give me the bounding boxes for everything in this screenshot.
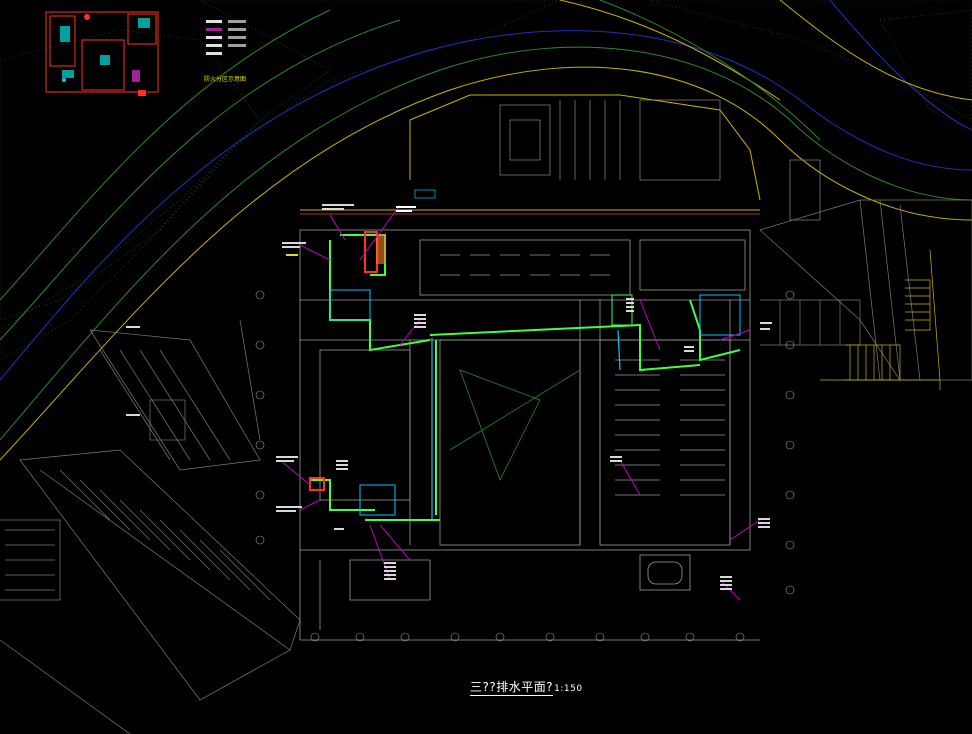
cad-drawing <box>0 0 972 734</box>
keyplan-title: 防火分区示意图 <box>204 76 247 83</box>
drawing-title-text: 三??排水平面? <box>470 680 554 696</box>
drawing-scale: 1:150 <box>554 684 583 694</box>
drawing-title: 三??排水平面?1:150 <box>470 678 583 696</box>
